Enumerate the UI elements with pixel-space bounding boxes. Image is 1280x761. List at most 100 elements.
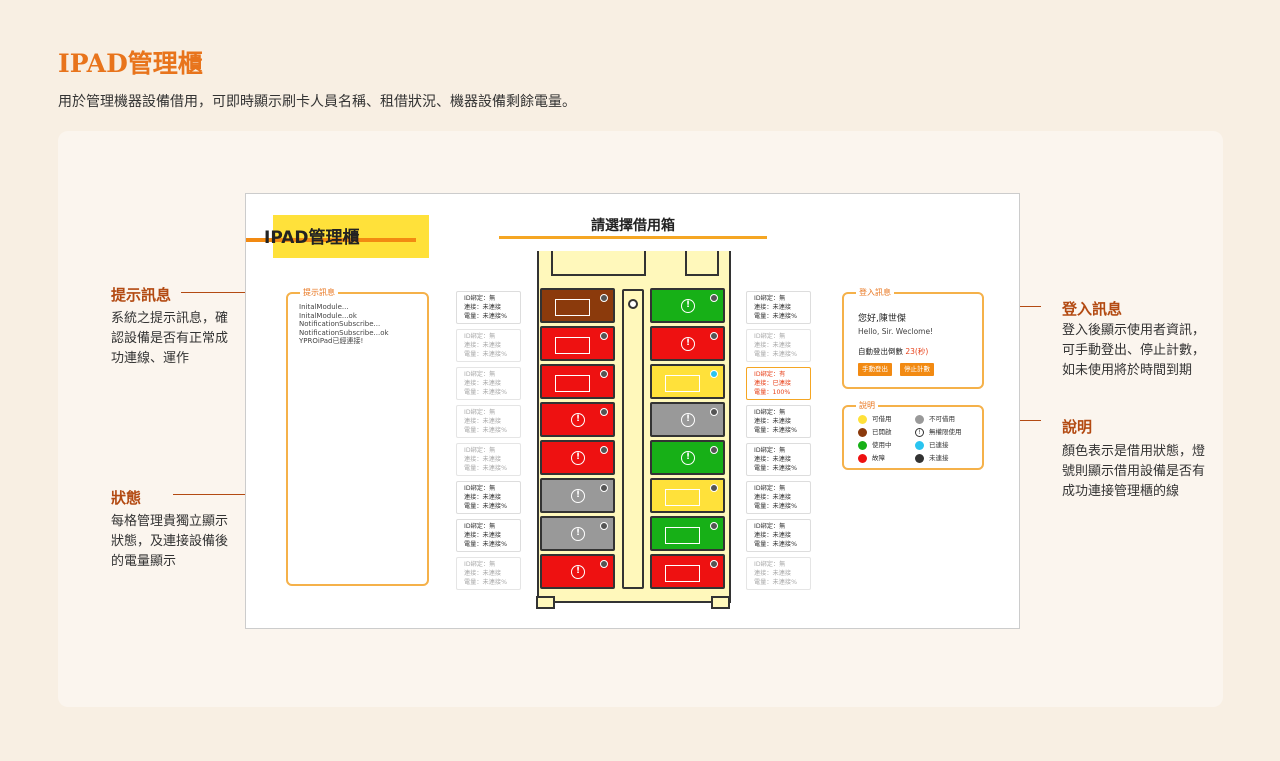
slot-info-line: 連接：未連接 [754,418,792,425]
slot-info-line: 電量：未連接% [464,351,508,358]
legend-panel-legend: 說明 [856,400,878,411]
legend-swatch-icon [858,414,867,424]
cabinet-foot-left [536,596,555,609]
locker-slot-button[interactable] [650,478,725,513]
annotation-title-login: 登入訊息 [1062,300,1123,318]
slot-info-box: ID綁定：無 連接：未連接 電量：未連接% [746,443,811,476]
app-logo: IPAD管理櫃 [264,228,360,248]
alert-icon: ! [571,489,585,503]
legend-panel: 說明 可借用 不可借用已開啟 ! 無權限使用使用中 已連接故障 未連接 [842,400,984,470]
slot-window [555,337,590,354]
locker-slot-button[interactable]: ! [540,440,615,475]
locker-slot-button[interactable]: ! [650,440,725,475]
notice-log: InitalModule... InitalModule...ok Notifi… [299,303,389,346]
slot-info-line: 電量：未連接% [754,579,798,586]
connection-led-icon [710,294,718,302]
slot-info-line: 連接：未連接 [754,304,792,311]
log-line: NotificationSubscribe... [299,320,381,328]
page-subtitle: 用於管理機器設備借用，可即時顯示刷卡人員名稱、租借狀況、機器設備剩餘電量。 [58,94,576,110]
locker-slot-button[interactable] [650,554,725,589]
slot-info-line: ID綁定：無 [464,523,496,530]
slot-window [555,375,590,392]
legend-label: 可借用 [872,415,892,423]
legend-label: 未連接 [929,454,949,462]
welcome-message: Hello, Sir. Weclome! [858,327,934,336]
manual-logout-button[interactable]: 手動登出 [858,363,892,376]
legend-item: 可借用 [858,414,892,424]
annotation-body-legend: 顏色表示是借用狀態，燈號則顯示借用設備是否有成功連接管理櫃的線 [1062,444,1206,499]
slot-info-box: ID綁定：無 連接：未連接 電量：未連接% [746,329,811,362]
slot-info-box: ID綁定：無 連接：未連接 電量：未連接% [456,481,521,514]
cabinet-lock-icon [628,299,638,309]
locker-slot-button[interactable] [540,326,615,361]
cabinet-center-column [622,289,644,589]
legend-swatch-icon [858,427,867,437]
login-panel: 登入訊息 您好,陳世傑 Hello, Sir. Weclome! 自動登出倒數 … [842,287,984,389]
legend-label: 已連接 [929,441,949,449]
legend-label: 不可借用 [929,415,955,423]
legend-item: 故障 [858,453,885,463]
slot-info-line: 電量：100% [754,389,791,396]
slot-info-line: 連接：已連接 [754,380,792,387]
choose-box-title: 請選擇借用箱 [591,218,675,234]
slot-info-line: ID綁定：無 [754,523,786,530]
stop-countdown-button[interactable]: 停止計數 [900,363,934,376]
log-line: YPROiPad已經連接! [299,337,364,345]
legend-item: 未連接 [915,453,949,463]
slot-info-line: ID綁定：無 [464,447,496,454]
locker-slot-button[interactable]: ! [540,516,615,551]
alert-icon: ! [571,527,585,541]
slot-info-line: 電量：未連接% [464,427,508,434]
connection-led-icon [710,484,718,492]
connection-led-icon [600,560,608,568]
locker-slot-button[interactable]: ! [540,478,615,513]
slot-info-line: 連接：未連接 [464,342,502,349]
locker-slot-button[interactable]: ! [540,402,615,437]
slot-info-line: 連接：未連接 [464,570,502,577]
slot-info-box: ID綁定：有 連接：已連接 電量：100% [746,367,811,400]
legend-swatch-icon [915,440,924,450]
log-line: InitalModule...ok [299,311,357,320]
annotation-body-status: 每格管理貴獨立顯示狀態，及連接設備後的電量顯示 [111,514,229,569]
slot-info-line: 連接：未連接 [464,494,502,501]
connection-led-icon [710,332,718,340]
slot-info-line: 電量：未連接% [464,313,508,320]
legend-item: ! 無權限使用 [915,427,962,437]
slot-info-line: 連接：未連接 [754,456,792,463]
legend-label: 已開啟 [872,428,892,436]
page-title: IPAD管理櫃 [58,49,203,78]
connection-led-icon [710,522,718,530]
notice-panel: 提示訊息 InitalModule... InitalModule...ok N… [286,287,429,586]
slot-info-line: ID綁定：無 [464,485,496,492]
locker-slot-button[interactable] [540,364,615,399]
countdown-label: 自動登出倒數 [858,347,903,356]
legend-item: 不可借用 [915,414,955,424]
legend-label: 使用中 [872,441,892,449]
log-line: InitalModule... [299,303,349,311]
connection-led-icon [710,446,718,454]
connection-led-icon [600,294,608,302]
locker-slot-button[interactable] [650,516,725,551]
slot-info-box: ID綁定：無 連接：未連接 電量：未連接% [456,367,521,400]
slot-info-line: 電量：未連接% [754,541,798,548]
locker-slot-button[interactable] [650,364,725,399]
locker-slot-button[interactable]: ! [650,288,725,323]
annotation-title-notice: 提示訊息 [111,286,172,304]
legend-swatch-icon [915,414,924,424]
slot-info-line: ID綁定：無 [464,295,496,302]
locker-slot-button[interactable]: ! [540,554,615,589]
slot-info-line: ID綁定：無 [464,561,496,568]
slot-info-line: 連接：未連接 [464,380,502,387]
slot-info-line: ID綁定：有 [754,371,786,378]
no-permission-icon: ! [915,427,924,437]
slot-info-line: ID綁定：無 [754,447,786,454]
slot-info-box: ID綁定：無 連接：未連接 電量：未連接% [746,291,811,324]
slot-info-line: 電量：未連接% [754,427,798,434]
annotation-body-notice: 系統之提示訊息，確認設備是否有正常成功連線、運作 [111,311,229,366]
slot-window [665,565,700,582]
locker-slot-button[interactable]: ! [650,326,725,361]
connection-led-icon [600,408,608,416]
locker-slot-button[interactable]: ! [650,402,725,437]
locker-slot-button[interactable] [540,288,615,323]
alert-icon: ! [681,413,695,427]
